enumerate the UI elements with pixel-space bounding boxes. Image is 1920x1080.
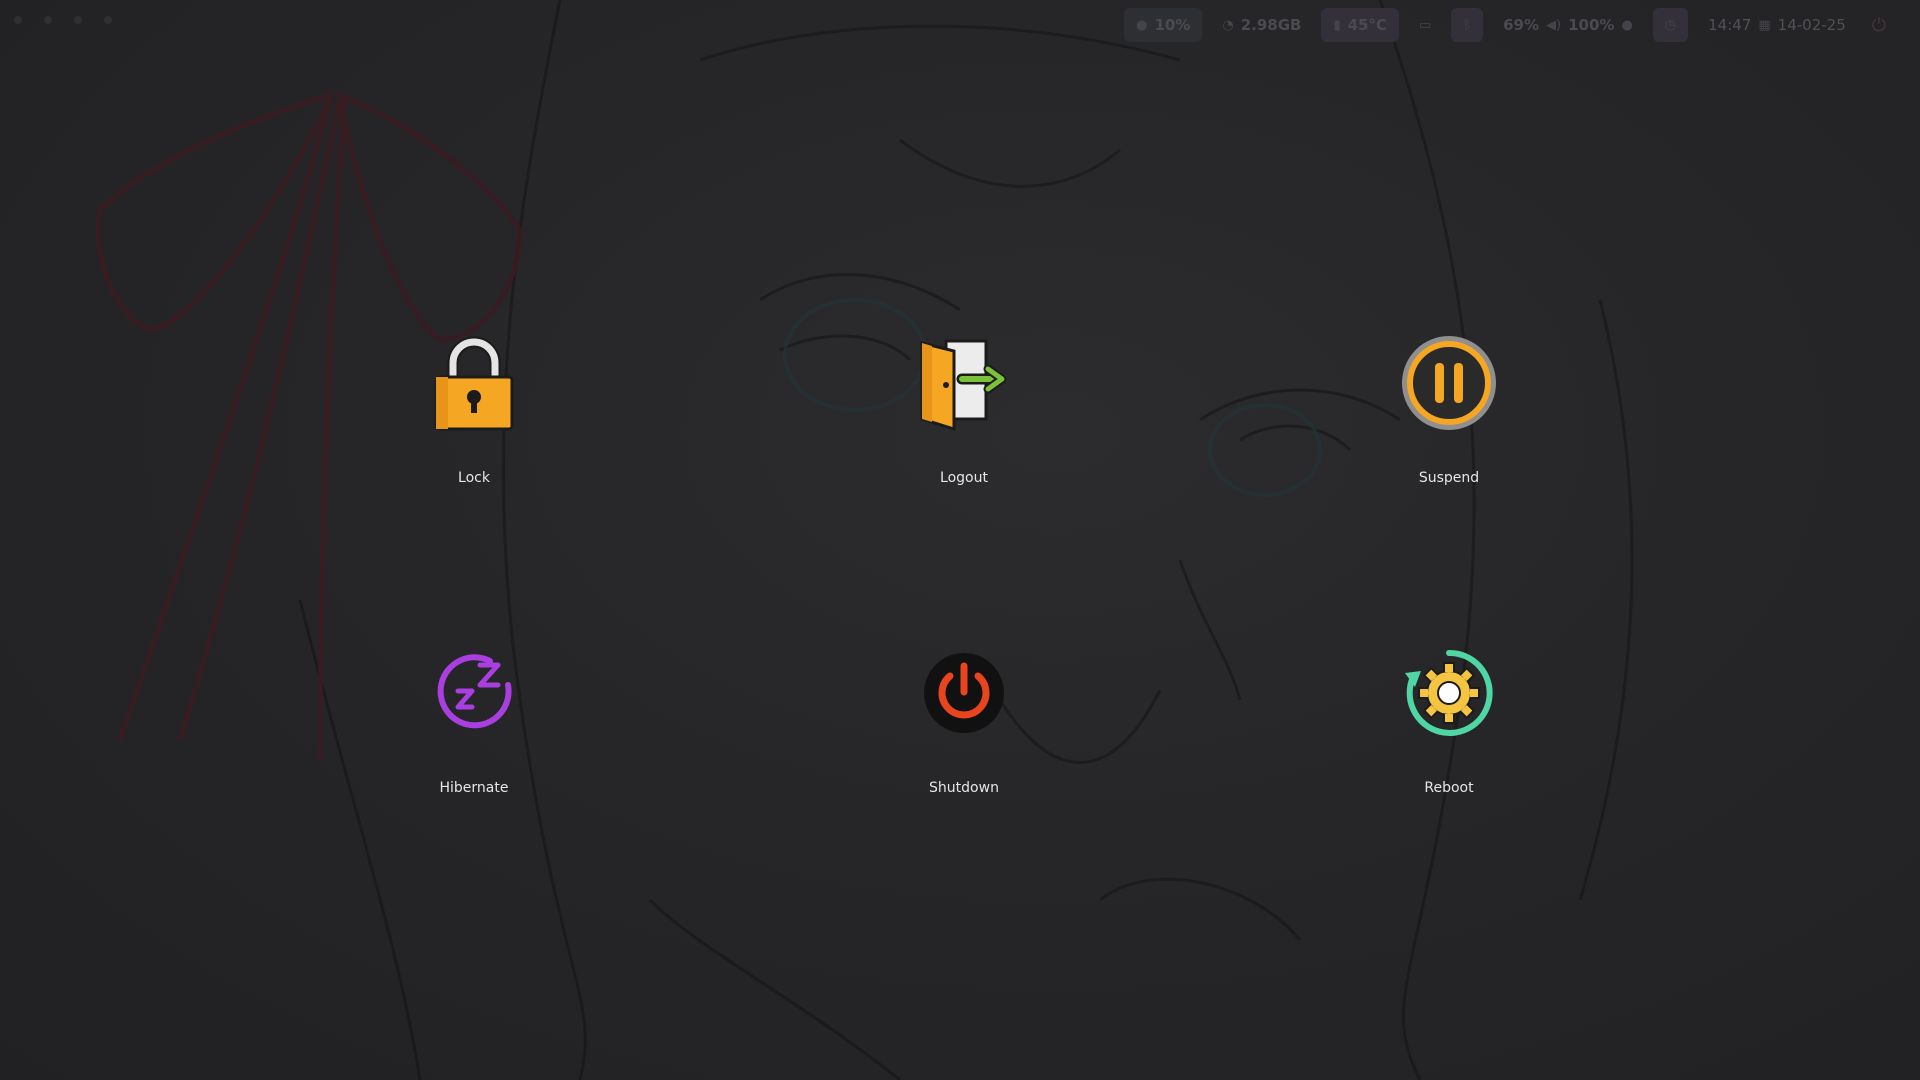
- audio-module[interactable]: 69% ◀) 100% ●: [1491, 8, 1645, 42]
- memory-icon: ◔: [1222, 17, 1234, 33]
- calendar-icon: ▦: [1758, 17, 1771, 33]
- monitor-icon: ▭: [1419, 17, 1432, 33]
- power-icon[interactable]: ⏻: [1866, 15, 1892, 36]
- clock-icon: ◷: [1664, 17, 1677, 33]
- bluetooth-module[interactable]: ᛒ: [1451, 8, 1484, 42]
- cpu-usage: 10%: [1154, 16, 1191, 34]
- pause-icon: [1399, 333, 1499, 433]
- workspace-indicators: [14, 16, 112, 24]
- thermometer-icon: ▮: [1333, 17, 1341, 33]
- cpu-module[interactable]: ● 10%: [1124, 8, 1203, 42]
- power-icon: [914, 643, 1014, 743]
- clock-date: 14-02-25: [1777, 16, 1846, 34]
- hibernate-label: Hibernate: [439, 780, 509, 796]
- padlock-icon: [424, 333, 524, 433]
- workspace-dot[interactable]: [104, 16, 112, 24]
- memory-usage: 2.98GB: [1240, 16, 1302, 34]
- workspace-dot[interactable]: [44, 16, 52, 24]
- wallpaper-illustration: [95, 0, 1634, 1080]
- shutdown-button[interactable]: Shutdown: [854, 643, 1074, 843]
- reboot-button[interactable]: Reboot: [1339, 643, 1559, 843]
- power-menu-screen: ● 10% ◔ 2.98GB ▮ 45°C ▭ ᛒ 69% ◀) 100% ● …: [0, 0, 1920, 1080]
- hibernate-button[interactable]: Hibernate: [364, 643, 584, 843]
- speaker-icon: ◀): [1546, 17, 1562, 33]
- microphone-icon: ●: [1621, 17, 1633, 33]
- status-bar: ● 10% ◔ 2.98GB ▮ 45°C ▭ ᛒ 69% ◀) 100% ● …: [1124, 8, 1892, 42]
- cpu-icon: ●: [1136, 17, 1148, 33]
- shutdown-label: Shutdown: [929, 780, 999, 796]
- reboot-label: Reboot: [1424, 780, 1474, 796]
- clock-time: 14:47: [1708, 16, 1752, 34]
- suspend-label: Suspend: [1418, 470, 1480, 486]
- memory-module[interactable]: ◔ 2.98GB: [1210, 8, 1313, 42]
- sleep-zz-icon: [424, 643, 524, 743]
- suspend-button[interactable]: Suspend: [1339, 333, 1559, 533]
- display-module[interactable]: ▭: [1407, 8, 1443, 42]
- temperature-module[interactable]: ▮ 45°C: [1321, 8, 1399, 42]
- clock-module[interactable]: 14:47 ▦ 14-02-25: [1696, 8, 1858, 42]
- gear-refresh-icon: [1399, 643, 1499, 743]
- idle-inhibitor-module[interactable]: ◷: [1652, 8, 1689, 42]
- volume-value: 100%: [1568, 16, 1615, 34]
- logout-label: Logout: [940, 470, 988, 486]
- brightness-value: 69%: [1503, 16, 1540, 34]
- lock-button[interactable]: Lock: [364, 333, 584, 533]
- door-exit-icon: [914, 333, 1014, 433]
- bluetooth-icon: ᛒ: [1463, 17, 1472, 33]
- temperature-value: 45°C: [1347, 16, 1387, 34]
- logout-button[interactable]: Logout: [854, 333, 1074, 533]
- workspace-dot[interactable]: [74, 16, 82, 24]
- workspace-dot[interactable]: [14, 16, 22, 24]
- lock-label: Lock: [458, 470, 490, 486]
